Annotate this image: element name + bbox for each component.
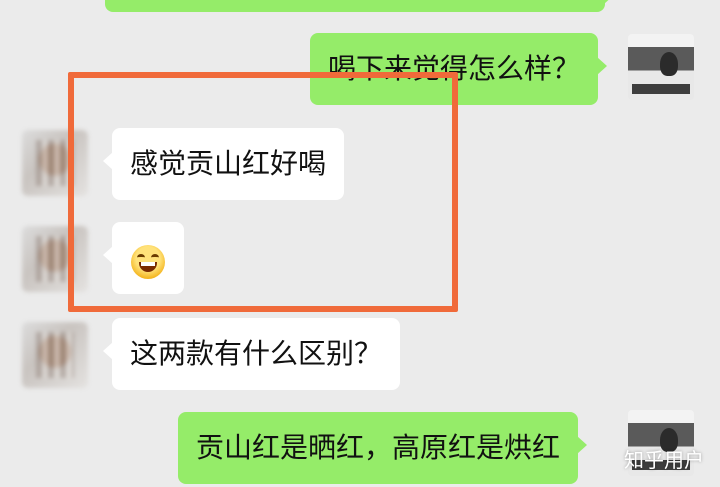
message-bubble-sent[interactable]: 贡山红是晒红，高原红是烘红 bbox=[178, 412, 588, 484]
person-figure bbox=[660, 52, 678, 76]
chat-view: 喝下来觉得怎么样？ 感觉贡山红好喝 这两款有什么区别？ 贡山红是晒红，高原红是烘… bbox=[0, 0, 720, 487]
highlight-box bbox=[68, 72, 458, 312]
contact-avatar[interactable] bbox=[22, 322, 88, 388]
table-shape bbox=[632, 84, 690, 94]
self-avatar[interactable] bbox=[628, 34, 694, 100]
message-bubble-cutoff[interactable] bbox=[105, 0, 614, 12]
watermark-text: 知乎用户 bbox=[624, 448, 704, 472]
message-bubble-received[interactable]: 这两款有什么区别？ bbox=[102, 318, 401, 390]
